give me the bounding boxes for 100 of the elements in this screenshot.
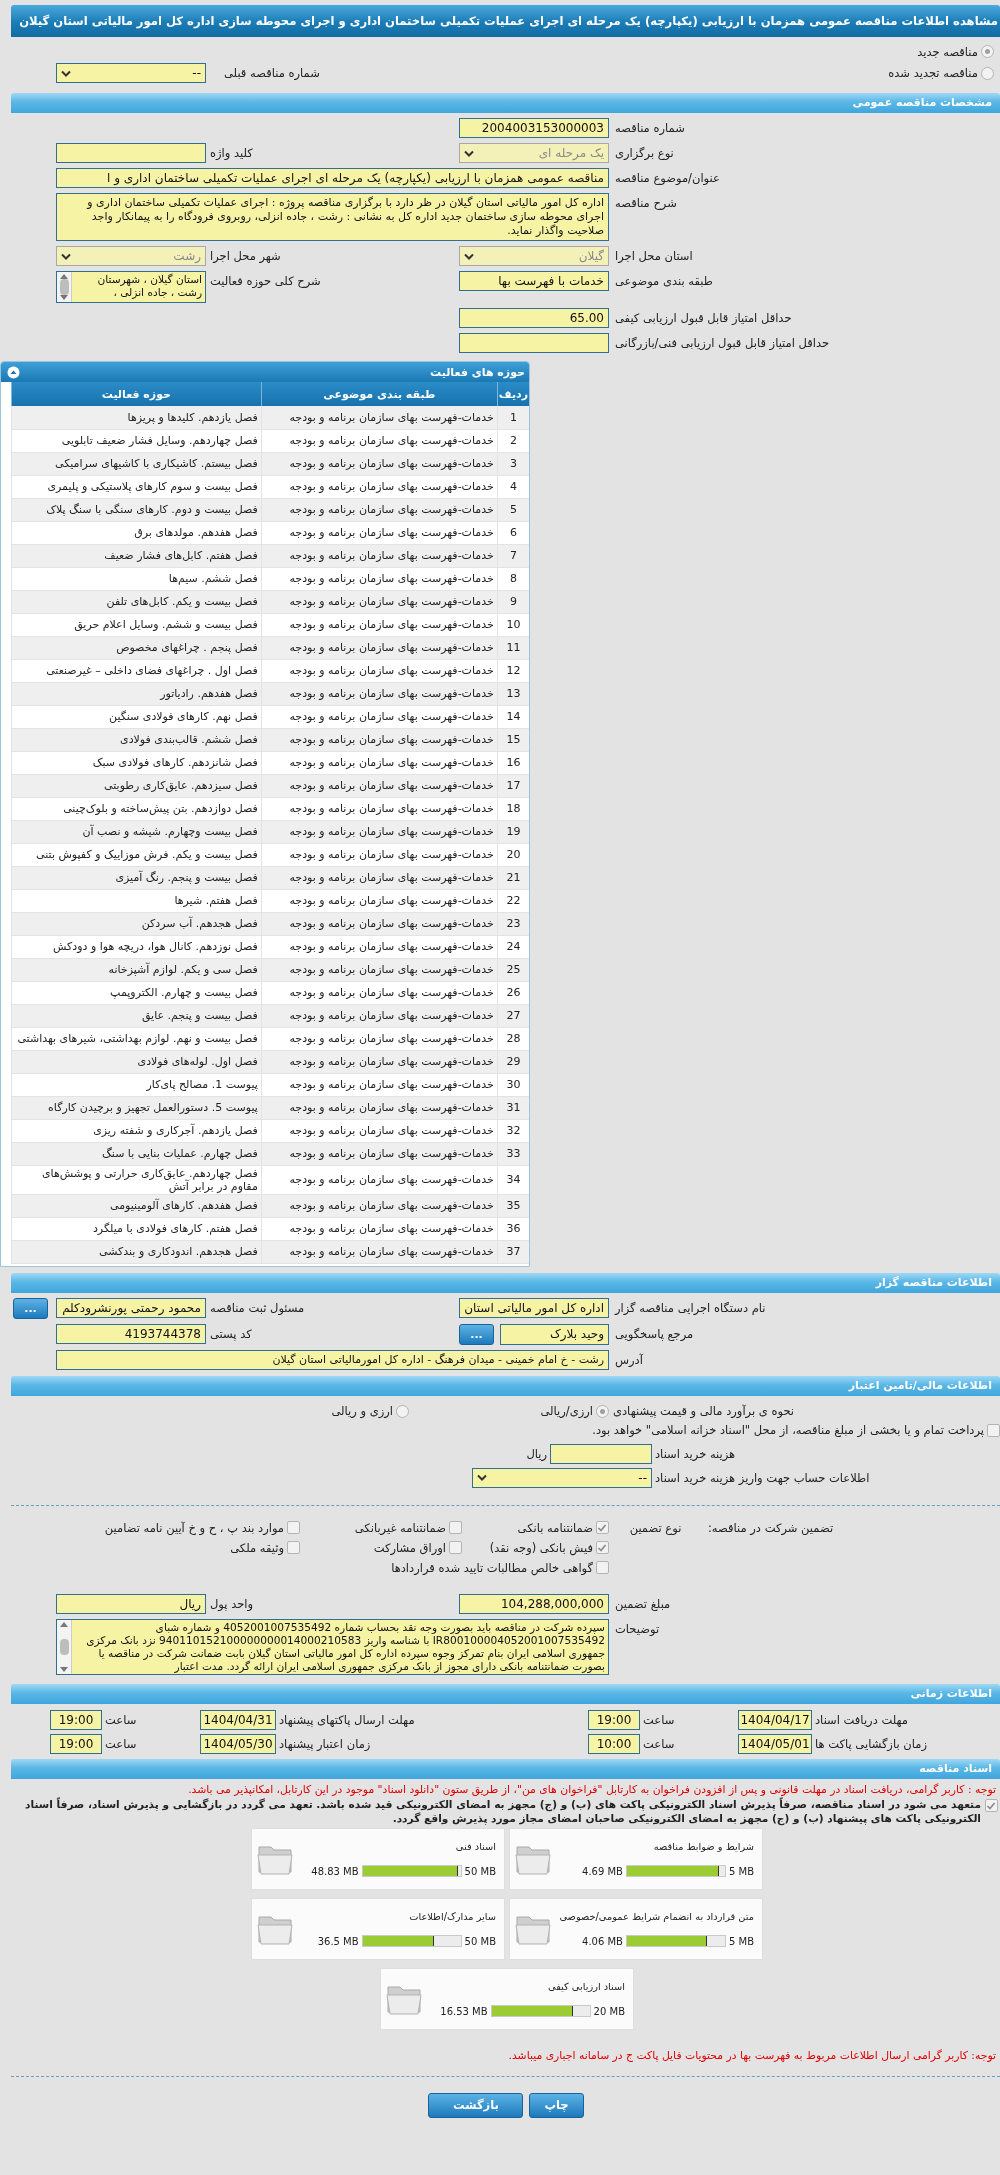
- table-cell: فصل بیست و یکم. فرش موزاییک و کفپوش بتنی: [11, 843, 262, 866]
- text-field[interactable]: [56, 143, 206, 163]
- time-field[interactable]: 10:00: [588, 1733, 640, 1754]
- table-cell: 23: [497, 912, 529, 935]
- file-title: متن قرارداد به انضمام شرایط عمومی/خصوصی: [558, 1910, 754, 1923]
- text-field[interactable]: محمود رحمتی پورنشرودکلم: [56, 1297, 206, 1318]
- text-field[interactable]: مناقصه عمومی همزمان با ارزیابی (یکپارچه) یک مرحله ای اجرای عملیات تکمیلی ساختمان اداری و ا: [56, 168, 609, 188]
- checkbox[interactable]: [596, 1541, 609, 1554]
- table-cell: فصل اول. لوله‌های فولادی: [11, 1050, 262, 1073]
- notice-text: توجه : کاربر گرامی، دریافت اسناد در مهلت قانونی و پس از افزودن فراخوان به کارتابل "فراخوان های من"، از طریق ستون "دانلود اسناد" موجود در این کارتابل، امکانپذیر می باشد.: [187, 1781, 997, 1796]
- field-label: نحوه ی برآورد مالی و قیمت پیشنهادی: [612, 1404, 796, 1418]
- file-size: 16.53 MB: [440, 2005, 488, 2017]
- checkbox[interactable]: [596, 1561, 609, 1574]
- text-field[interactable]: [459, 333, 609, 353]
- text-field[interactable]: 65.00: [459, 308, 609, 328]
- table-cell: پیوست 1. مصالح پای‌کار: [11, 1073, 262, 1096]
- radio-button[interactable]: [981, 66, 994, 80]
- table-cell: 11: [497, 636, 529, 659]
- table-cell: 14: [497, 705, 529, 728]
- field-label: حداقل امتیاز قابل قبول ارزیابی کیفی: [614, 310, 793, 327]
- scrollbar[interactable]: [57, 1619, 72, 1674]
- scroll-down-icon[interactable]: [60, 1666, 68, 1672]
- text-field[interactable]: [550, 1443, 652, 1464]
- table-cell: خدمات-فهرست بهای سازمان برنامه و بودجه: [261, 1165, 498, 1194]
- table-cell: خدمات-فهرست بهای سازمان برنامه و بودجه: [261, 866, 498, 889]
- table-cell: فصل سی و یکم. لوازم آشپزخانه: [11, 958, 262, 981]
- scrollbar[interactable]: [57, 272, 72, 302]
- section-header: اطلاعات مناقصه گزار: [11, 1272, 1000, 1293]
- table-cell: فصل هفدهم. رادیاتور: [11, 682, 262, 705]
- checkbox[interactable]: [596, 1521, 609, 1534]
- table-cell: 20: [497, 843, 529, 866]
- size-limit: 50 MB: [464, 1935, 496, 1947]
- time-field[interactable]: 19:00: [50, 1709, 102, 1730]
- time-field[interactable]: 19:00: [588, 1709, 640, 1730]
- table-cell: فصل شانزدهم. کارهای فولادی سبک: [11, 751, 262, 774]
- checkbox[interactable]: [287, 1541, 300, 1554]
- text-area[interactable]: اداره کل امور مالیاتی استان گیلان در ظر دارد با برگزاری مناقصه پروژه : اجرای عملیات تکمیلی ساختمان اداری و اجرای محوطه سازی ساختمان جدید اداره کل به نشانی : رشت ، جاده انزلی، روبروی فرودگاه را به پیمانکار واجد صلاحیت واگذار نماید.: [56, 193, 609, 241]
- table-cell: فصل اول . چراغهای فضای داخلی – غیرصنعتی: [11, 659, 262, 682]
- text-field[interactable]: وحید بلارک: [500, 1323, 609, 1345]
- table-cell: 33: [497, 1142, 529, 1165]
- table-cell: خدمات-فهرست بهای سازمان برنامه و بودجه: [261, 1240, 498, 1263]
- date-field[interactable]: 1404/04/17: [738, 1709, 812, 1730]
- file-size: 4.06 MB: [582, 1935, 623, 1947]
- checkbox[interactable]: [449, 1541, 462, 1554]
- browse-button[interactable]: ...: [13, 1297, 48, 1319]
- table-cell: خدمات-فهرست بهای سازمان برنامه و بودجه: [261, 682, 498, 705]
- checkbox[interactable]: [287, 1521, 300, 1534]
- table-cell: 1: [497, 406, 529, 429]
- panel-title: حوزه های فعالیت: [430, 365, 525, 379]
- table-cell: خدمات-فهرست بهای سازمان برنامه و بودجه: [261, 912, 498, 935]
- table-cell: خدمات-فهرست بهای سازمان برنامه و بودجه: [261, 1004, 498, 1027]
- text-area[interactable]: سپرده شرکت در مناقصه باید بصورت وجه نقد بحساب شماره 4052001007535492 و شماره شبای IR800100004052001007535492 با شناسه واریز 940110152100000000014000210583 نزد بانک مرکزی جمهوری اسلامی ایران بنام تمرکز وجوه سپرده اداره کل امور مالیاتی استان گیلان بابت ضمانت شرکت در مناقصه یا بصورت ضمانتنامه بانکی دارای مجوز از بانک مرکزی جمهوری اسلامی ایران ارائه گردد. مدت اعتبار: [56, 1618, 609, 1675]
- table-cell: خدمات-فهرست بهای سازمان برنامه و بودجه: [261, 843, 498, 866]
- table-cell: فصل بیست و دوم. کارهای سنگی با سنگ پلاک: [11, 498, 262, 521]
- field-label: اطلاعات حساب جهت واریز هزینه خرید اسناد: [654, 1470, 871, 1485]
- text-field[interactable]: 2004003153000003: [459, 118, 609, 138]
- checkbox[interactable]: [987, 1423, 1000, 1437]
- text-field[interactable]: اداره کل امور مالیاتی استان: [459, 1297, 609, 1318]
- table-cell: خدمات-فهرست بهای سازمان برنامه و بودجه: [261, 406, 498, 429]
- radio-button[interactable]: [396, 1404, 409, 1418]
- table-cell: 16: [497, 751, 529, 774]
- field-label: تضمین شرکت در مناقصه:: [707, 1519, 835, 1537]
- table-cell: فصل بیست وچهارم. شیشه و نصب آن: [11, 820, 262, 843]
- text-field[interactable]: ریال: [56, 1593, 206, 1614]
- time-field[interactable]: 19:00: [50, 1733, 102, 1754]
- checkbox-label: ضمانتنامه غیربانکی: [354, 1520, 446, 1535]
- date-field[interactable]: 1404/05/30: [200, 1733, 276, 1754]
- table-cell: خدمات-فهرست بهای سازمان برنامه و بودجه: [261, 1096, 498, 1119]
- text-field[interactable]: خدمات با فهرست بها: [459, 271, 609, 291]
- radio-button[interactable]: [981, 45, 994, 58]
- text-field[interactable]: 104,288,000,000: [459, 1593, 609, 1614]
- dropdown-field[interactable]: --: [56, 63, 206, 83]
- table-cell: خدمات-فهرست بهای سازمان برنامه و بودجه: [261, 981, 498, 1004]
- date-field[interactable]: 1404/05/01: [738, 1733, 812, 1754]
- table-cell: 17: [497, 774, 529, 797]
- text-field[interactable]: 4193744378: [56, 1323, 206, 1344]
- radio-button[interactable]: [596, 1404, 609, 1418]
- size-limit: 20 MB: [593, 2005, 625, 2017]
- table-cell: خدمات-فهرست بهای سازمان برنامه و بودجه: [261, 958, 498, 981]
- dropdown-field[interactable]: --: [472, 1467, 652, 1488]
- field-label: نوع برگزاری: [614, 145, 675, 162]
- text-area[interactable]: استان گیلان ، شهرستان رشت ، جاده انزلی ،: [56, 271, 206, 303]
- field-label: شماره مناقصه قبلی: [224, 66, 320, 80]
- checkbox-label: پرداخت تمام و یا بخشی از مبلغ مناقصه، از محل "اسناد خزانه اسلامی" خواهد بود.: [592, 1423, 984, 1437]
- text-area[interactable]: رشت - خ امام خمینی - میدان فرهنگ - اداره کل امورمالیاتی استان گیلان: [56, 1349, 609, 1370]
- table-cell: فصل دوازدهم. بتن پیش‌ساخته و بلوک‌چینی: [11, 797, 262, 820]
- page-title-bar: مشاهده اطلاعات مناقصه عمومی همزمان با ارزیابی (یکپارچه) یک مرحله ای اجرای عملیات تکمیلی ساختمان اداری و اجرای محوطه سازی اداره کل امور مالیاتی استان گیلان: [11, 5, 1000, 37]
- unit-label: ریال: [526, 1446, 547, 1461]
- scroll-up-icon[interactable]: [60, 1621, 68, 1627]
- date-field[interactable]: 1404/04/31: [200, 1709, 276, 1730]
- table-cell: 10: [497, 613, 529, 636]
- checkbox-label: اوراق مشارکت: [373, 1540, 446, 1555]
- browse-button[interactable]: ...: [459, 1323, 494, 1345]
- collapse-icon[interactable]: [7, 365, 20, 379]
- table-cell: فصل ششم. قالب‌بندی فولادی: [11, 728, 262, 751]
- checkbox[interactable]: [449, 1521, 462, 1534]
- field-label: طبقه بندی موضوعی: [614, 273, 714, 290]
- field-label: مهلت ارسال پاکتهای پیشنهاد: [278, 1712, 416, 1727]
- checkbox[interactable]: [985, 1798, 998, 1812]
- table-cell: فصل بیست و سوم کارهای پلاستیکی و پلیمری: [11, 475, 262, 498]
